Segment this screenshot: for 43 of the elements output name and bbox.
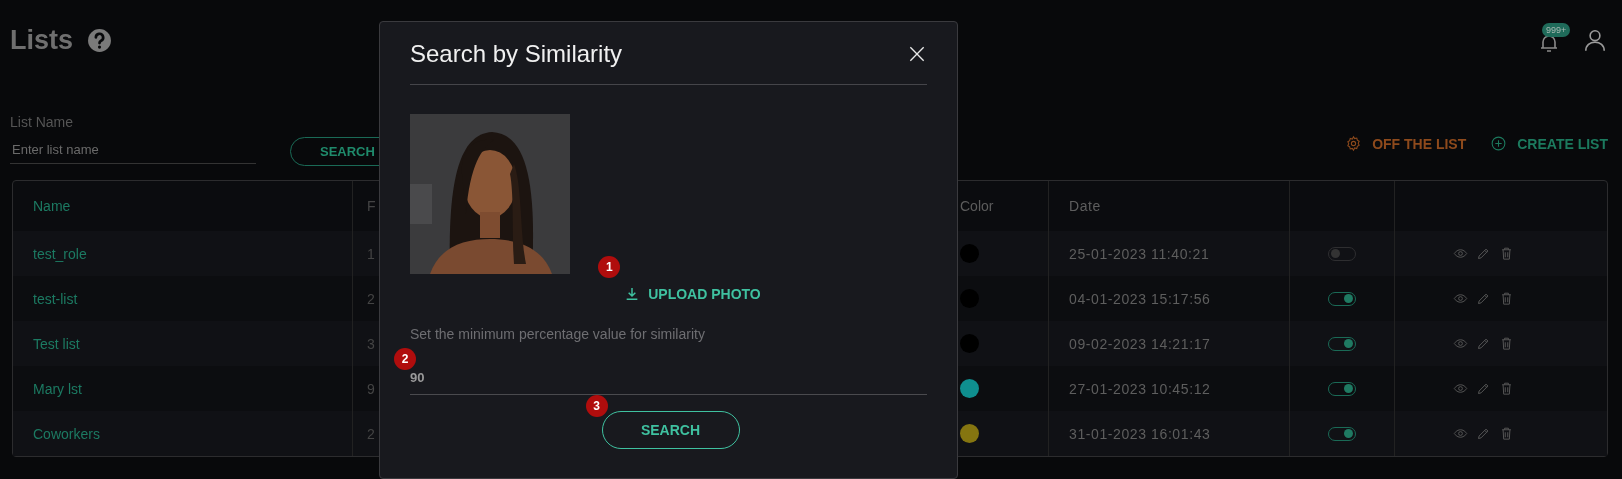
list-name-link[interactable]: Mary lst [33, 380, 82, 397]
list-name-link[interactable]: test_role [33, 245, 87, 262]
pencil-icon[interactable] [1475, 246, 1491, 261]
eye-icon[interactable] [1452, 336, 1468, 351]
list-name-link[interactable]: Test list [33, 335, 80, 352]
field-label: List Name [10, 114, 75, 130]
date-cell: 09-02-2023 14:21:17 [1069, 335, 1211, 352]
pencil-icon[interactable] [1475, 291, 1491, 306]
eye-icon[interactable] [1452, 246, 1468, 261]
eye-icon[interactable] [1452, 291, 1468, 306]
pencil-icon[interactable] [1475, 381, 1491, 396]
close-icon[interactable] [907, 44, 927, 64]
off-list-link[interactable]: OFF THE LIST [1372, 135, 1467, 152]
table-cell: 2 [367, 290, 375, 307]
step-marker: 1 [598, 256, 621, 278]
help-icon[interactable] [87, 27, 113, 53]
pencil-icon[interactable] [1475, 336, 1491, 351]
user-icon[interactable] [1582, 27, 1608, 53]
list-name-link[interactable]: test-list [33, 290, 78, 307]
date-cell: 04-01-2023 15:17:56 [1069, 290, 1211, 307]
column-header: Color [960, 198, 994, 214]
eye-icon[interactable] [1452, 426, 1468, 441]
step-marker: 2 [394, 348, 416, 370]
date-cell: 31-01-2023 16:01:43 [1069, 425, 1211, 442]
pencil-icon[interactable] [1475, 426, 1491, 441]
gear-icon [1345, 135, 1363, 152]
modal-title: Search by Similarity [410, 40, 623, 68]
list-name-field[interactable]: Enter list name [10, 140, 256, 164]
step-marker: 3 [585, 395, 608, 417]
notification-badge: 999+ [1542, 23, 1571, 37]
date-cell: 27-01-2023 10:45:12 [1069, 380, 1211, 397]
plus-circle-icon [1490, 135, 1508, 152]
column-header: Date [1069, 198, 1101, 214]
similarity-hint: Set the minimum percentage value for similarity [410, 326, 706, 342]
date-cell: 25-01-2023 11:40:21 [1069, 245, 1210, 262]
create-list-link[interactable]: CREATE LIST [1517, 135, 1608, 152]
upload-photo-button[interactable]: UPLOAD PHOTO [624, 286, 761, 302]
eye-icon[interactable] [1452, 381, 1468, 396]
column-header: F [367, 198, 376, 214]
page-title: Lists [10, 24, 74, 56]
column-header: Name [33, 198, 71, 214]
table-cell: 9 [367, 380, 375, 397]
list-name-link[interactable]: Coworkers [33, 425, 100, 442]
